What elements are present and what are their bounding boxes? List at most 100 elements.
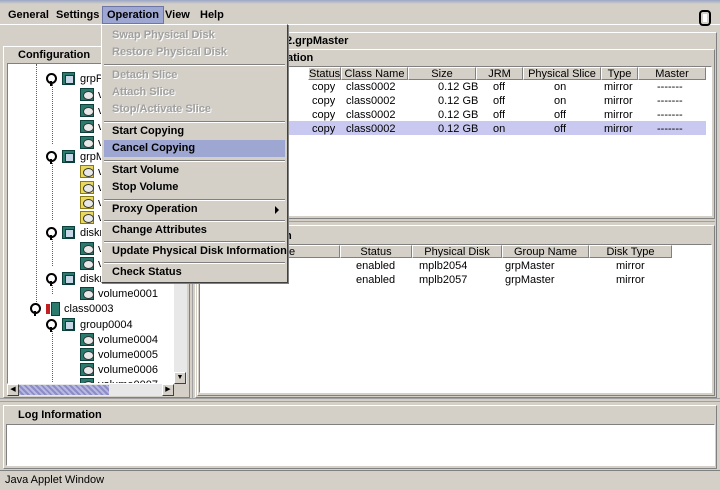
volume-icon: [80, 257, 94, 270]
column-header-master[interactable]: Master: [638, 67, 706, 80]
volume-icon: [80, 363, 94, 376]
column-header-size[interactable]: Size: [408, 67, 476, 80]
column-header-name[interactable]: e: [288, 245, 340, 258]
scroll-thumb[interactable]: [19, 385, 109, 395]
trash-can-icon[interactable]: [699, 10, 711, 26]
table-cell: mirror: [616, 260, 645, 272]
table-cell: mirror: [604, 95, 633, 107]
table-cell: mplb2054: [419, 260, 468, 272]
table-cell: copy: [312, 95, 336, 107]
scroll-right-icon[interactable]: ▶: [162, 384, 174, 396]
menu-item-change-attributes[interactable]: Change Attributes: [104, 222, 285, 239]
menu-item-detach-slice[interactable]: Detach Slice: [104, 67, 285, 84]
table-cell: class0002: [346, 123, 396, 135]
volume-icon: [80, 287, 94, 300]
pin-icon[interactable]: [46, 227, 57, 240]
tree-node-label: group0004: [80, 319, 133, 331]
table-cell: class0002: [346, 109, 396, 121]
menu-item-restore-physical-disk[interactable]: Restore Physical Disk: [104, 44, 285, 61]
table-cell: off: [554, 109, 567, 121]
main-panel-title: 2.grpMaster: [282, 34, 355, 49]
menu-item-update-physical-disk-information[interactable]: Update Physical Disk Information: [104, 243, 287, 260]
table-cell: 0.12 GB: [438, 95, 479, 107]
volume-icon: [80, 348, 94, 361]
pin-icon[interactable]: [46, 273, 57, 286]
pin-icon[interactable]: [46, 319, 57, 332]
column-header-status[interactable]: Status: [340, 245, 412, 258]
scroll-down-icon[interactable]: ▼: [174, 372, 186, 384]
table-cell: grpMaster: [505, 260, 555, 272]
table-cell: mplb2057: [419, 274, 468, 286]
volume-icon: [80, 165, 94, 178]
table-cell: off: [493, 81, 506, 93]
tree-node-label: grpP: [80, 73, 104, 85]
menu-general[interactable]: General: [4, 6, 53, 24]
volume-icon: [80, 333, 94, 346]
table-cell: 0.12 GB: [438, 109, 479, 121]
status-bar: Java Applet Window: [0, 470, 720, 490]
group-icon: [62, 226, 75, 239]
menu-help[interactable]: Help: [196, 6, 228, 24]
menu-item-stop-volume[interactable]: Stop Volume: [104, 179, 285, 196]
table-cell: on: [554, 81, 567, 93]
volume-icon: [80, 120, 94, 133]
tree-guide: [36, 64, 37, 314]
volume-icon: [80, 104, 94, 117]
column-header-physical-slice[interactable]: Physical Slice: [523, 67, 601, 80]
pin-icon[interactable]: [46, 73, 57, 86]
submenu-arrow-icon: [275, 206, 279, 214]
table-cell: off: [493, 109, 506, 121]
tree-node-label: volume0005: [98, 349, 158, 361]
menu-item-start-volume[interactable]: Start Volume: [104, 162, 285, 179]
group-icon: [62, 72, 75, 85]
tree-node-label: class0003: [64, 303, 114, 315]
group-icon: [62, 318, 75, 331]
menu-item-start-copying[interactable]: Start Copying: [104, 123, 285, 140]
volume-info-title: ation: [285, 51, 320, 66]
table-cell: enabled: [356, 260, 396, 272]
table-cell: off: [554, 123, 567, 135]
menu-item-proxy-operation[interactable]: Proxy Operation: [104, 201, 285, 218]
pin-icon[interactable]: [30, 303, 41, 316]
table-cell: class0002: [346, 81, 396, 93]
menu-item-cancel-copying[interactable]: Cancel Copying: [104, 140, 285, 157]
menu-item-swap-physical-disk[interactable]: Swap Physical Disk: [104, 27, 285, 44]
tree-guide: [52, 84, 53, 144]
log-splitter[interactable]: [0, 398, 720, 404]
column-header-group-name[interactable]: Group Name: [502, 245, 589, 258]
table-cell: enabled: [356, 274, 396, 286]
menu-view[interactable]: View: [161, 6, 194, 24]
group-icon: [62, 150, 75, 163]
tree-node-label: volume0001: [98, 288, 158, 300]
column-header-physical-disk[interactable]: Physical Disk: [412, 245, 502, 258]
table-cell: grpMaster: [505, 274, 555, 286]
table-cell: copy: [312, 123, 336, 135]
menu-settings[interactable]: Settings: [52, 6, 103, 24]
tree-node-label: volume0004: [98, 334, 158, 346]
column-header-disk-type[interactable]: Disk Type: [589, 245, 672, 258]
tree-horizontal-scrollbar[interactable]: ◀ ▶: [7, 384, 174, 396]
table-cell: mirror: [604, 109, 633, 121]
menu-item-attach-slice[interactable]: Attach Slice: [104, 84, 285, 101]
tree-node-label: volume0006: [98, 364, 158, 376]
menu-item-check-status[interactable]: Check Status: [104, 264, 285, 281]
column-header-status[interactable]: Status: [308, 67, 341, 80]
column-header-class-name[interactable]: Class Name: [341, 67, 408, 80]
tree-guide: [52, 328, 53, 383]
table-cell: on: [493, 123, 506, 135]
scroll-left-icon[interactable]: ◀: [7, 384, 19, 396]
column-header-jrm[interactable]: JRM: [476, 67, 523, 80]
menu-item-stop-activate-slice[interactable]: Stop/Activate Slice: [104, 101, 285, 118]
operation-dropdown: Swap Physical Disk Restore Physical Disk…: [101, 24, 288, 283]
menu-bar: General Settings Operation View Help: [0, 4, 720, 26]
column-header-type[interactable]: Type: [601, 67, 638, 80]
table-cell: copy: [312, 81, 336, 93]
log-area[interactable]: [6, 424, 715, 466]
pin-icon[interactable]: [46, 151, 57, 164]
tree-guide: [52, 236, 53, 266]
menu-item-label: Proxy Operation: [112, 203, 198, 215]
table-cell: -------: [657, 123, 683, 135]
table-cell: -------: [657, 109, 683, 121]
menu-operation[interactable]: Operation: [102, 6, 164, 24]
config-tree-title: Configuration Tree: [4, 48, 94, 76]
